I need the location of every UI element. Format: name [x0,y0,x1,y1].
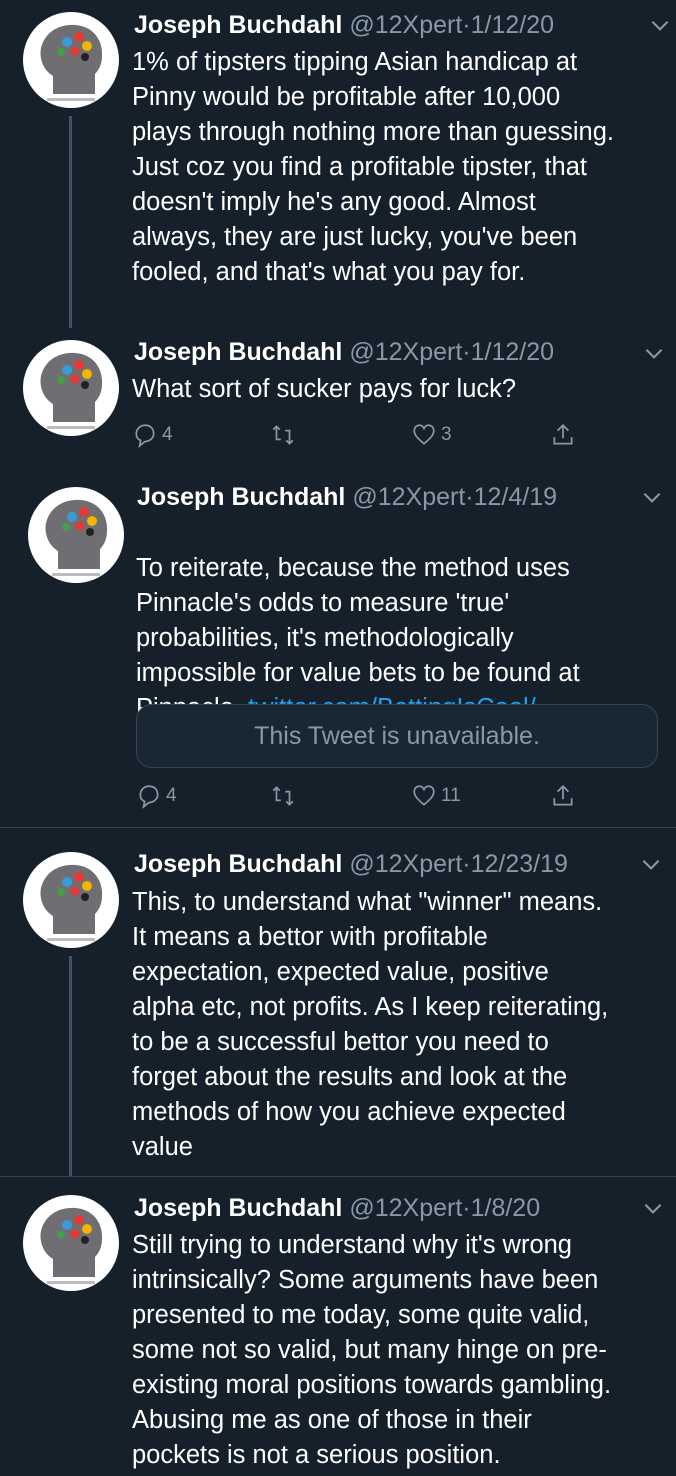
separator: · [462,11,471,39]
tweet-text: What sort of sucker pays for luck? [132,375,517,403]
tweet-date[interactable]: 1/12/20 [471,11,554,39]
author-name[interactable]: Joseph Buchdahl [134,1194,342,1222]
tweet[interactable]: Joseph Buchdahl @12Xpert·12/23/19 This, … [0,828,676,1176]
tweet-text: Still trying to understand why it's wron… [132,1231,612,1469]
head-logo-icon [40,1207,103,1284]
author-handle[interactable]: @12Xpert [349,11,462,39]
tweet-text: To reiterate, because the method uses Pi… [136,516,580,726]
avatar[interactable] [23,852,119,948]
avatar[interactable] [23,1195,119,1291]
reply-button[interactable]: 4 [136,783,177,809]
head-logo-icon [40,864,103,941]
like-count: 11 [441,785,461,806]
author-handle[interactable]: @12Xpert [349,1194,462,1222]
share-button[interactable] [550,422,576,448]
share-icon [553,785,573,806]
retweet-button[interactable] [270,783,296,809]
thread-connector [69,116,72,328]
author-handle[interactable]: @12Xpert [352,483,465,511]
share-button[interactable] [550,783,576,809]
tweet-text: 1% of tipsters tipping Asian handicap at… [132,48,614,286]
avatar[interactable] [23,12,119,108]
tweet-date[interactable]: 12/4/19 [474,483,557,511]
separator: · [462,338,471,366]
tweet-date[interactable]: 1/12/20 [471,338,554,366]
tweet[interactable]: Joseph Buchdahl @12Xpert·1/12/20 1% of t… [0,0,676,330]
head-logo-icon [40,352,103,429]
chevron-down-icon[interactable] [640,1195,666,1221]
tweet-header: Joseph Buchdahl @12Xpert·1/8/20 [134,1193,540,1223]
chevron-down-icon[interactable] [647,12,673,38]
separator: · [462,1194,471,1222]
tweet[interactable]: Joseph Buchdahl @12Xpert·1/8/20 Still tr… [0,1177,676,1476]
like-count: 3 [441,424,452,445]
retweet-icon [272,425,294,445]
tweet[interactable]: Joseph Buchdahl @12Xpert·1/12/20 What so… [0,330,676,470]
author-name[interactable]: Joseph Buchdahl [134,338,342,366]
tweet-date[interactable]: 12/23/19 [471,850,568,878]
author-handle[interactable]: @12Xpert [349,338,462,366]
chevron-down-icon[interactable] [638,851,664,877]
author-name[interactable]: Joseph Buchdahl [137,483,345,511]
avatar[interactable] [23,340,119,436]
tweet-actions: 4 11 [136,783,596,813]
separator: · [462,850,471,878]
reply-icon [135,424,155,448]
separator: · [465,483,474,511]
unavailable-quote-card[interactable]: This Tweet is unavailable. [136,704,658,768]
reply-count: 4 [166,785,177,806]
tweet[interactable]: Joseph Buchdahl @12Xpert·12/4/19 To reit… [0,470,676,827]
head-logo-icon [40,24,103,101]
author-name[interactable]: Joseph Buchdahl [134,850,342,878]
chevron-down-icon[interactable] [639,484,665,510]
avatar[interactable] [28,487,124,583]
reply-icon [139,785,159,809]
tweet-header: Joseph Buchdahl @12Xpert·12/4/19 [137,482,557,512]
reply-button[interactable]: 4 [132,422,173,448]
heart-icon [413,785,435,806]
author-handle[interactable]: @12Xpert [349,850,462,878]
tweet-actions: 4 3 [132,422,592,452]
unavailable-message: This Tweet is unavailable. [254,721,540,750]
share-icon [553,424,573,445]
author-name[interactable]: Joseph Buchdahl [134,11,342,39]
tweet-header: Joseph Buchdahl @12Xpert·1/12/20 [134,337,554,367]
heart-icon [413,424,435,445]
reply-count: 4 [162,424,173,445]
retweet-button[interactable] [270,422,296,448]
retweet-icon [272,786,294,806]
like-button[interactable]: 11 [411,783,461,809]
chevron-down-icon[interactable] [641,340,667,366]
thread-connector [69,956,72,1176]
tweet-header: Joseph Buchdahl @12Xpert·12/23/19 [134,849,568,879]
like-button[interactable]: 3 [411,422,452,448]
head-logo-icon [45,499,108,576]
tweet-header: Joseph Buchdahl @12Xpert·1/12/20 [134,10,554,40]
tweet-date[interactable]: 1/8/20 [471,1194,541,1222]
tweet-text: This, to understand what "winner" means.… [132,888,609,1161]
